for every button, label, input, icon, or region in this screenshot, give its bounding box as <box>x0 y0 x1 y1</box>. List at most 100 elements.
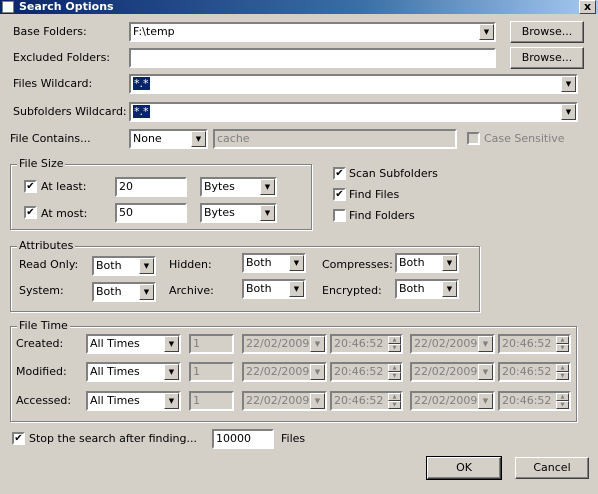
accessed-time-to-input[interactable]: 20:46:52 ▲ ▼ <box>498 391 571 411</box>
accessed-time-from-input[interactable]: 20:46:52 ▲ ▼ <box>330 391 403 411</box>
created-number-input[interactable]: 1 <box>189 334 234 354</box>
close-button[interactable]: x <box>579 0 596 14</box>
chevron-down-icon[interactable]: ▼ <box>478 364 493 380</box>
chevron-down-icon[interactable]: ▼ <box>164 364 179 380</box>
at-least-unit-combo[interactable]: Bytes ▼ <box>200 177 277 197</box>
chevron-down-icon[interactable]: ▼ <box>139 284 154 300</box>
encrypted-combo[interactable]: Both ▼ <box>395 279 459 299</box>
base-folders-browse-button[interactable]: Browse... <box>510 21 584 43</box>
time-spinner[interactable]: ▲ ▼ <box>556 336 569 352</box>
hidden-combo[interactable]: Both ▼ <box>242 253 306 273</box>
created-time-to-value: 20:46:52 <box>502 337 552 350</box>
chevron-down-icon[interactable]: ▼ <box>310 393 325 409</box>
stop-search-label: Stop the search after finding... <box>29 432 197 445</box>
chevron-down-icon[interactable]: ▼ <box>310 364 325 380</box>
check-icon: ✔ <box>26 181 35 192</box>
time-spinner[interactable]: ▲ ▼ <box>556 393 569 409</box>
archive-combo[interactable]: Both ▼ <box>242 279 306 299</box>
created-date-from-picker[interactable]: 22/02/2009 ▼ <box>242 334 327 354</box>
chevron-down-icon[interactable]: ▼ <box>479 24 494 40</box>
chevron-down-icon[interactable]: ▼ <box>442 255 457 271</box>
time-spinner[interactable]: ▲ ▼ <box>388 393 401 409</box>
time-spinner[interactable]: ▲ ▼ <box>556 364 569 380</box>
subfolders-wildcard-combo[interactable]: *.* ▼ <box>129 102 578 122</box>
modified-time-to-input[interactable]: 20:46:52 ▲ ▼ <box>498 362 571 382</box>
created-mode-combo[interactable]: All Times ▼ <box>86 334 181 354</box>
at-most-checkbox[interactable]: ✔ <box>24 206 37 219</box>
ok-button[interactable]: OK <box>426 456 502 480</box>
chevron-down-icon[interactable]: ▼ <box>191 131 206 147</box>
stop-search-count-input[interactable]: 10000 <box>212 429 274 449</box>
file-contains-mode-combo[interactable]: None ▼ <box>129 129 208 149</box>
at-most-unit-combo[interactable]: Bytes ▼ <box>200 203 277 223</box>
chevron-down-icon[interactable]: ▼ <box>442 281 457 297</box>
modified-date-to-picker[interactable]: 22/02/2009 ▼ <box>410 362 495 382</box>
file-time-title: File Time <box>17 319 70 332</box>
chevron-down-icon[interactable]: ▼ <box>260 179 275 195</box>
cancel-button[interactable]: Cancel <box>515 457 589 479</box>
created-time-from-input[interactable]: 20:46:52 ▲ ▼ <box>330 334 403 354</box>
find-files-checkbox[interactable]: ✔ <box>333 188 346 201</box>
at-most-input[interactable]: 50 <box>115 203 187 223</box>
accessed-time-to-value: 20:46:52 <box>502 394 552 407</box>
created-time-to-input[interactable]: 20:46:52 ▲ ▼ <box>498 334 571 354</box>
chevron-down-icon[interactable]: ▼ <box>561 76 576 92</box>
accessed-date-from-value: 22/02/2009 <box>246 394 310 407</box>
attributes-title: Attributes <box>17 239 76 252</box>
system-combo[interactable]: Both ▼ <box>92 282 156 302</box>
stop-search-checkbox[interactable]: ✔ <box>12 432 25 445</box>
archive-label: Archive: <box>169 284 214 297</box>
modified-time-from-input[interactable]: 20:46:52 ▲ ▼ <box>330 362 403 382</box>
hidden-value: Both <box>246 256 272 269</box>
excluded-folders-input[interactable] <box>129 48 496 68</box>
subfolders-wildcard-value: *.* <box>133 105 150 118</box>
chevron-down-icon[interactable]: ▼ <box>561 104 576 120</box>
at-least-label: At least: <box>41 180 87 193</box>
accessed-mode-combo[interactable]: All Times ▼ <box>86 391 181 411</box>
excluded-folders-browse-button[interactable]: Browse... <box>510 47 584 69</box>
check-icon: ✔ <box>26 207 35 218</box>
file-contains-mode-value: None <box>133 132 162 145</box>
find-folders-label: Find Folders <box>349 209 415 222</box>
chevron-down-icon[interactable]: ▼ <box>478 393 493 409</box>
chevron-down-icon[interactable]: ▼ <box>289 255 304 271</box>
read-only-combo[interactable]: Both ▼ <box>92 256 156 276</box>
find-folders-checkbox[interactable] <box>333 209 346 222</box>
read-only-value: Both <box>96 259 122 272</box>
file-contains-text-input[interactable]: cache <box>213 129 457 149</box>
chevron-down-icon[interactable]: ▼ <box>139 258 154 274</box>
encrypted-value: Both <box>399 282 425 295</box>
time-spinner[interactable]: ▲ ▼ <box>388 336 401 352</box>
time-spinner[interactable]: ▲ ▼ <box>388 364 401 380</box>
chevron-down-icon[interactable]: ▼ <box>310 336 325 352</box>
modified-mode-combo[interactable]: All Times ▼ <box>86 362 181 382</box>
chevron-down-icon[interactable]: ▼ <box>260 205 275 221</box>
chevron-down-icon[interactable]: ▼ <box>164 393 179 409</box>
at-least-checkbox[interactable]: ✔ <box>24 180 37 193</box>
at-least-input[interactable]: 20 <box>115 177 187 197</box>
chevron-down-icon[interactable]: ▼ <box>289 281 304 297</box>
check-icon: ✔ <box>14 433 23 444</box>
case-sensitive-checkbox[interactable] <box>467 132 480 145</box>
accessed-number-input[interactable]: 1 <box>189 391 234 411</box>
base-folders-combo[interactable]: F:\temp ▼ <box>129 22 496 42</box>
chevron-down-icon[interactable]: ▼ <box>478 336 493 352</box>
archive-value: Both <box>246 282 272 295</box>
check-icon: ✔ <box>335 168 344 179</box>
compresses-combo[interactable]: Both ▼ <box>395 253 459 273</box>
modified-label: Modified: <box>16 365 67 378</box>
files-wildcard-combo[interactable]: *.* ▼ <box>129 74 578 94</box>
encrypted-label: Encrypted: <box>322 284 382 297</box>
accessed-date-from-picker[interactable]: 22/02/2009 ▼ <box>242 391 327 411</box>
files-wildcard-label: Files Wildcard: <box>13 77 93 90</box>
modified-date-from-picker[interactable]: 22/02/2009 ▼ <box>242 362 327 382</box>
at-most-label: At most: <box>41 207 88 220</box>
modified-time-to-value: 20:46:52 <box>502 365 552 378</box>
scan-subfolders-checkbox[interactable]: ✔ <box>333 167 346 180</box>
modified-mode-value: All Times <box>90 365 140 378</box>
modified-number-input[interactable]: 1 <box>189 362 234 382</box>
chevron-down-icon[interactable]: ▼ <box>164 336 179 352</box>
at-least-unit-value: Bytes <box>204 180 235 193</box>
created-date-to-picker[interactable]: 22/02/2009 ▼ <box>410 334 495 354</box>
accessed-date-to-picker[interactable]: 22/02/2009 ▼ <box>410 391 495 411</box>
